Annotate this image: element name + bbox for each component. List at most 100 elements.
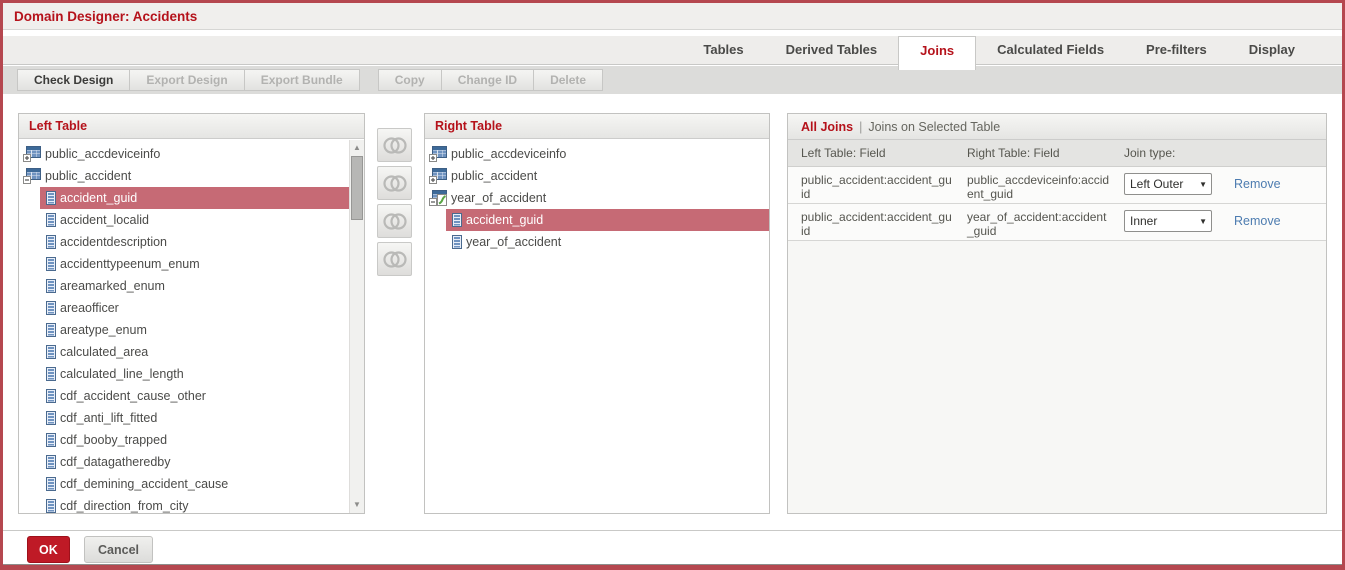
chevron-down-icon: ▼ — [1199, 180, 1207, 189]
export-bundle-button[interactable]: Export Bundle — [244, 69, 360, 91]
tree-item-year-of-accident[interactable]: year_of_accident — [425, 187, 769, 209]
tab-derived-tables[interactable]: Derived Tables — [765, 36, 899, 64]
tree-item-areaofficer[interactable]: areaofficer — [40, 297, 349, 319]
join-type-value: Left Outer — [1130, 177, 1198, 191]
scrollbar-thumb[interactable] — [351, 156, 363, 220]
toolbar: Check DesignExport DesignExport Bundle C… — [3, 66, 1342, 94]
join-type-select[interactable]: Inner▼ — [1124, 210, 1212, 232]
table-expanded-icon — [23, 168, 41, 184]
scroll-up-button[interactable]: ▲ — [350, 141, 364, 155]
tree-item-accident-guid[interactable]: accident_guid — [446, 209, 769, 231]
tree-item-label: cdf_anti_lift_fitted — [60, 411, 157, 425]
tree-item-label: areamarked_enum — [60, 279, 165, 293]
joins-on-selected-table-tab[interactable]: Joins on Selected Table — [868, 120, 1000, 134]
left-field-cell: public_accident:accident_guid — [801, 173, 954, 201]
tree-item-public-accdeviceinfo[interactable]: public_accdeviceinfo — [19, 143, 349, 165]
tree-item-accidentdescription[interactable]: accidentdescription — [40, 231, 349, 253]
join-type-button[interactable] — [377, 128, 412, 162]
tree-item-cdf-anti-lift-fitted[interactable]: cdf_anti_lift_fitted — [40, 407, 349, 429]
left-field-cell: public_accident:accident_guid — [801, 210, 954, 238]
right-table-panel: Right Table public_accdeviceinfopublic_a… — [424, 113, 770, 514]
tree-item-cdf-direction-from-city[interactable]: cdf_direction_from_city — [40, 495, 349, 517]
tree-item-calculated-line-length[interactable]: calculated_line_length — [40, 363, 349, 385]
derived-table-expanded-icon — [429, 190, 447, 206]
check-design-button[interactable]: Check Design — [17, 69, 130, 91]
cancel-button[interactable]: Cancel — [84, 536, 153, 563]
field-icon — [46, 433, 56, 447]
join-type-button[interactable] — [377, 204, 412, 238]
tree-item-label: accident_localid — [60, 213, 149, 227]
delete-button[interactable]: Delete — [533, 69, 603, 91]
tree-item-label: accidenttypeenum_enum — [60, 257, 200, 271]
title-bar: Domain Designer: Accidents — [3, 3, 1342, 30]
tree-item-cdf-booby-trapped[interactable]: cdf_booby_trapped — [40, 429, 349, 451]
header-divider: | — [859, 120, 862, 134]
window-bottom-border — [3, 564, 1342, 570]
tree-item-label: calculated_area — [60, 345, 148, 359]
table-collapsed-icon — [23, 146, 41, 162]
tree-item-cdf-accident-cause-other[interactable]: cdf_accident_cause_other — [40, 385, 349, 407]
tree-item-public-accdeviceinfo[interactable]: public_accdeviceinfo — [425, 143, 769, 165]
tree-item-label: calculated_line_length — [60, 367, 184, 381]
table-collapsed-icon — [429, 146, 447, 162]
join-type-select[interactable]: Left Outer▼ — [1124, 173, 1212, 195]
tab-display[interactable]: Display — [1228, 36, 1316, 64]
venn-circles-icon — [382, 174, 408, 193]
footer-divider — [3, 530, 1342, 531]
right-field-cell: year_of_accident:accident_guid — [967, 210, 1111, 238]
tree-item-accidenttypeenum-enum[interactable]: accidenttypeenum_enum — [40, 253, 349, 275]
change-id-button[interactable]: Change ID — [441, 69, 534, 91]
tree-item-label: accidentdescription — [60, 235, 167, 249]
scroll-down-button[interactable]: ▼ — [350, 498, 364, 512]
left-table-tree: public_accdeviceinfo public_accidentaccid… — [19, 140, 364, 513]
tree-item-accident-guid[interactable]: accident_guid — [40, 187, 349, 209]
joins-panel-header: All Joins | Joins on Selected Table — [788, 114, 1326, 140]
tab-bar-tabs: TablesDerived TablesJoinsCalculated Fiel… — [682, 36, 1316, 64]
tab-joins[interactable]: Joins — [898, 36, 976, 70]
tree-item-label: cdf_accident_cause_other — [60, 389, 206, 403]
join-row: public_accident:accident_guid public_accd… — [788, 167, 1326, 204]
join-row: public_accident:accident_guid year_of_acc… — [788, 204, 1326, 241]
tree-item-label: areaofficer — [60, 301, 119, 315]
tree-item-public-accident[interactable]: public_accident — [425, 165, 769, 187]
scrollbar[interactable]: ▲ ▼ — [349, 140, 364, 513]
field-icon — [46, 477, 56, 491]
field-icon — [46, 389, 56, 403]
ok-button[interactable]: OK — [27, 536, 70, 563]
tree-item-label: accident_guid — [60, 191, 137, 205]
venn-circles-icon — [382, 136, 408, 155]
copy-button[interactable]: Copy — [378, 69, 442, 91]
tree-item-cdf-demining-accident-cause[interactable]: cdf_demining_accident_cause — [40, 473, 349, 495]
right-field-cell: public_accdeviceinfo:accident_guid — [967, 173, 1111, 201]
right-table-tree: public_accdeviceinfopublic_accidentyear_… — [425, 140, 769, 513]
tree-item-areatype-enum[interactable]: areatype_enum — [40, 319, 349, 341]
column-header-left-field: Left Table: Field — [801, 146, 954, 160]
tree-item-public-accident[interactable]: public_accident — [19, 165, 349, 187]
tree-item-label: cdf_booby_trapped — [60, 433, 167, 447]
tab-tables[interactable]: Tables — [682, 36, 764, 64]
tab-bar: TablesDerived TablesJoinsCalculated Fiel… — [3, 36, 1342, 65]
export-design-button[interactable]: Export Design — [129, 69, 244, 91]
remove-link[interactable]: Remove — [1234, 214, 1281, 228]
chevron-down-icon: ▼ — [1199, 217, 1207, 226]
tree-item-label: public_accident — [45, 169, 131, 183]
join-type-button[interactable] — [377, 166, 412, 200]
left-table-panel: Left Table public_accdeviceinfopublic_ac… — [18, 113, 365, 514]
join-type-buttons — [377, 128, 413, 280]
field-icon — [46, 499, 56, 513]
tree-item-areamarked-enum[interactable]: areamarked_enum — [40, 275, 349, 297]
tab-calculated-fields[interactable]: Calculated Fields — [976, 36, 1125, 64]
remove-link[interactable]: Remove — [1234, 177, 1281, 191]
tab-pre-filters[interactable]: Pre-filters — [1125, 36, 1228, 64]
tree-item-year-of-accident[interactable]: year_of_accident — [446, 231, 769, 253]
all-joins-tab[interactable]: All Joins — [801, 120, 853, 134]
tree-item-cdf-datagatheredby[interactable]: cdf_datagatheredby — [40, 451, 349, 473]
field-icon — [46, 279, 56, 293]
design-button-group: Check DesignExport DesignExport Bundle — [17, 69, 360, 91]
field-icon — [46, 235, 56, 249]
tree-item-accident-localid[interactable]: accident_localid — [40, 209, 349, 231]
column-header-right-field: Right Table: Field — [967, 146, 1111, 160]
join-type-button[interactable] — [377, 242, 412, 276]
tree-item-label: cdf_demining_accident_cause — [60, 477, 228, 491]
tree-item-calculated-area[interactable]: calculated_area — [40, 341, 349, 363]
